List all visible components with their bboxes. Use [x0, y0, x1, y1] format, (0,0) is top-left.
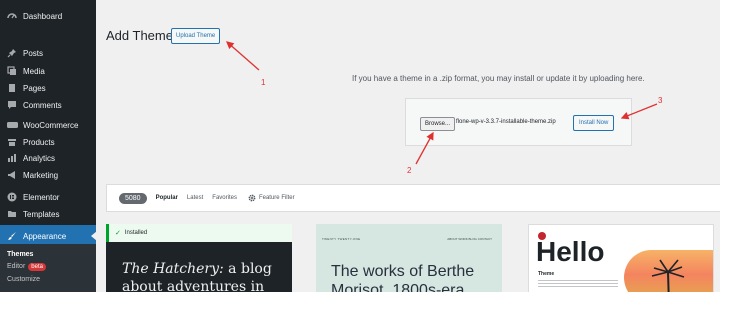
annotation-label-2: 2 [407, 166, 412, 175]
annotation-label-1: 1 [261, 78, 266, 87]
arrow-1 [226, 41, 260, 71]
arrow-2 [415, 131, 434, 165]
annotation-label-3: 3 [658, 96, 663, 105]
arrow-3 [620, 103, 658, 120]
annotation-arrows [226, 41, 658, 165]
